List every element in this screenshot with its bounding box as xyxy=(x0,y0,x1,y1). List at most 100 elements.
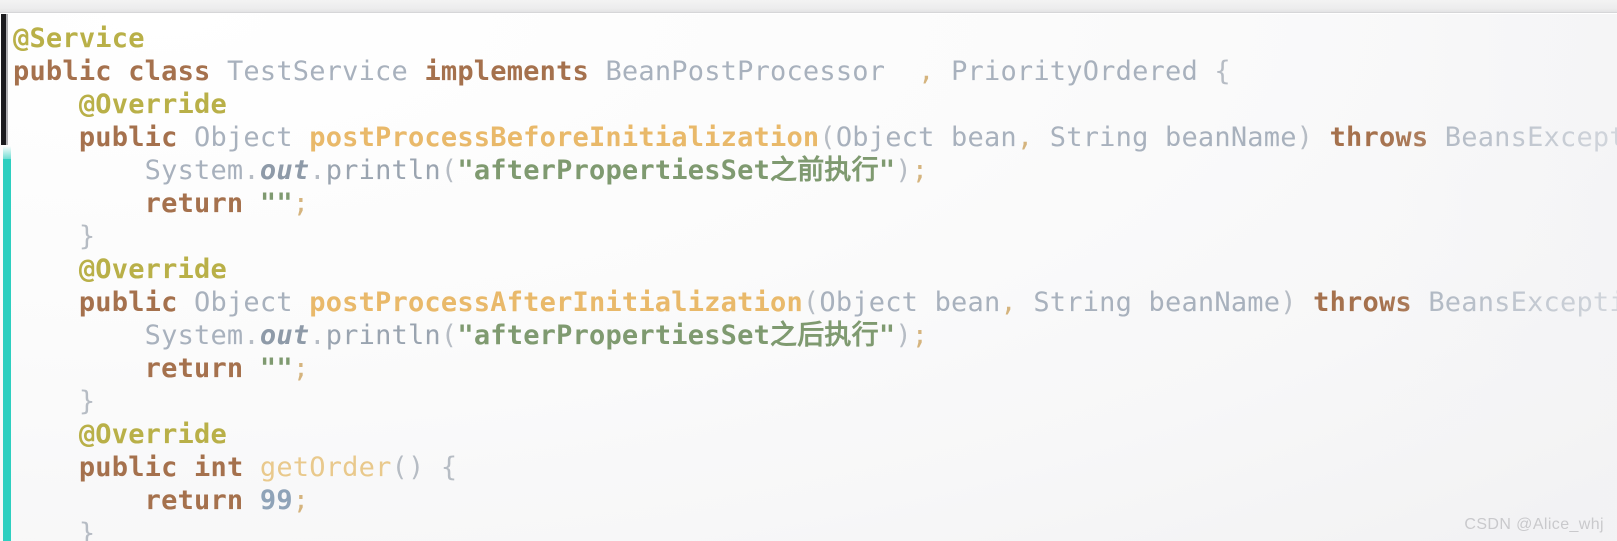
code-token: beanName xyxy=(1148,287,1281,318)
code-token: PriorityOrdered xyxy=(951,56,1198,87)
code-line: return 99; xyxy=(13,484,1617,517)
code-token: return xyxy=(144,188,244,219)
csdn-watermark: CSDN @Alice_whj xyxy=(1464,516,1604,533)
code-token: BeansException xyxy=(1428,287,1617,318)
code-token: } xyxy=(78,221,96,252)
code-token: . xyxy=(309,155,326,186)
code-token: ( xyxy=(440,155,458,186)
code-token: implements xyxy=(424,56,589,87)
code-token: ; xyxy=(292,353,310,384)
code-token: throws xyxy=(1313,287,1412,318)
code-token: { xyxy=(1214,56,1231,87)
code-content[interactable]: @Service public class TestService impleme… xyxy=(13,22,1617,541)
code-token: println xyxy=(325,320,441,351)
code-token: public xyxy=(78,122,178,153)
editor-top-chrome-strip xyxy=(0,0,1617,13)
code-token: ; xyxy=(911,155,929,186)
code-token: ( xyxy=(440,320,458,351)
code-line: } xyxy=(13,220,1617,253)
code-token: ) xyxy=(895,320,912,351)
code-line: System.out.println("afterPropertiesSet之后… xyxy=(13,319,1617,352)
code-token: ; xyxy=(292,485,310,516)
code-line: public class TestService implements Bean… xyxy=(13,55,1617,88)
code-line: } xyxy=(13,517,1617,541)
code-token: ) xyxy=(1280,287,1297,318)
code-token: . xyxy=(243,320,260,351)
code-line: @Override xyxy=(13,253,1617,286)
code-token: Object xyxy=(819,287,919,318)
code-token: BeanPostProcessor xyxy=(605,56,886,87)
code-token: public xyxy=(78,287,178,318)
code-token: . xyxy=(309,320,326,351)
code-token: } xyxy=(78,386,96,417)
code-line: @Override xyxy=(13,418,1617,451)
code-token: Object xyxy=(194,287,293,318)
modified-block-marker-dark-edge xyxy=(6,14,8,145)
code-line: System.out.println("afterPropertiesSet之前… xyxy=(13,154,1617,187)
code-token: return xyxy=(144,353,244,384)
code-line: public int getOrder() { xyxy=(13,451,1617,484)
code-token: System xyxy=(144,155,244,186)
screenshot-root: @Service public class TestService impleme… xyxy=(0,0,1617,541)
code-token: () xyxy=(391,452,425,483)
code-token: ) xyxy=(1296,122,1314,153)
code-token: postProcessAfterInitialization xyxy=(309,287,803,318)
changed-lines-marker-teal[interactable] xyxy=(3,159,11,541)
code-token: @Override xyxy=(78,419,227,450)
code-token: postProcessBeforeInitialization xyxy=(309,122,820,153)
code-line: @Override xyxy=(13,88,1617,121)
code-token: throws xyxy=(1329,122,1429,153)
code-token: ) xyxy=(895,155,912,186)
code-token: out xyxy=(259,320,310,351)
code-token: , xyxy=(1016,122,1034,153)
code-token: , xyxy=(1000,287,1017,318)
code-token: , xyxy=(918,56,935,87)
code-token: " xyxy=(878,320,896,351)
code-token: } xyxy=(78,518,96,541)
code-token: 之前执行 xyxy=(770,155,879,186)
code-editor-surface[interactable]: @Service public class TestService impleme… xyxy=(0,14,1617,541)
code-token: String xyxy=(1049,122,1149,153)
code-line: return ""; xyxy=(13,352,1617,385)
code-token: " xyxy=(878,155,896,186)
code-token: { xyxy=(440,452,458,483)
code-line: public Object postProcessAfterInitializa… xyxy=(13,286,1617,319)
code-line: public Object postProcessBeforeInitializ… xyxy=(13,121,1617,154)
code-token: getOrder xyxy=(259,452,392,483)
code-token: "" xyxy=(259,188,293,219)
code-token: class xyxy=(128,56,211,87)
code-token: @Override xyxy=(78,254,227,285)
code-token: public xyxy=(78,452,178,483)
code-token: Object xyxy=(835,122,935,153)
code-token: ( xyxy=(802,287,820,318)
code-token: ; xyxy=(292,188,310,219)
code-token: out xyxy=(259,155,310,186)
